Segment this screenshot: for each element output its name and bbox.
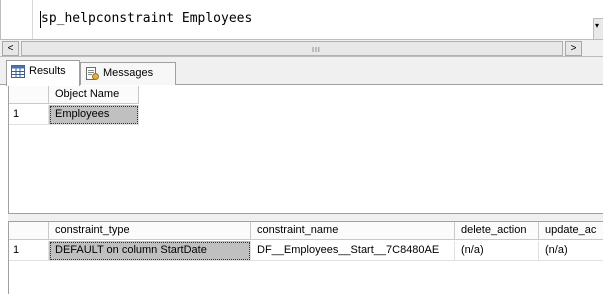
row-number[interactable]: 1 <box>9 241 49 261</box>
scroll-right-button[interactable]: > <box>565 41 582 56</box>
editor-gutter <box>1 0 33 39</box>
chevron-right-icon: > <box>570 43 577 54</box>
grid-icon <box>11 65 25 78</box>
tab-messages[interactable]: Messages <box>80 62 176 85</box>
table-cell[interactable]: DF__Employees__Start__7C8480AE <box>251 241 455 261</box>
scroll-left-button[interactable]: < <box>2 41 19 56</box>
query-editor[interactable]: sp_helpconstraint Employees ▾ <box>0 0 603 39</box>
query-text[interactable]: sp_helpconstraint Employees <box>41 11 252 26</box>
table-cell[interactable]: (n/a) <box>539 241 603 261</box>
table-cell[interactable]: (n/a) <box>455 241 539 261</box>
tab-results[interactable]: Results <box>6 60 80 86</box>
results-grid-constraints: constraint_type constraint_name delete_a… <box>8 221 603 294</box>
column-header[interactable]: delete_action <box>455 222 539 240</box>
tab-messages-label: Messages <box>103 67 154 79</box>
row-header-corner <box>9 86 49 104</box>
results-grid-object-name: Object Name 1 Employees <box>8 86 603 213</box>
table-cell[interactable]: Employees <box>49 105 139 125</box>
row-number[interactable]: 1 <box>9 105 49 125</box>
grid-splitter[interactable] <box>8 213 603 221</box>
vertical-scrollbar[interactable]: ▾ <box>593 18 603 39</box>
tab-results-label: Results <box>29 65 66 77</box>
chevron-left-icon: < <box>7 43 14 54</box>
horizontal-scrollbar[interactable]: < III > <box>0 39 603 57</box>
scroll-thumb[interactable]: III <box>21 41 563 56</box>
row-header-corner <box>9 222 49 240</box>
column-header[interactable]: Object Name <box>49 86 139 104</box>
table-cell[interactable]: DEFAULT on column StartDate <box>49 241 251 261</box>
column-header[interactable]: constraint_type <box>49 222 251 240</box>
scroll-grip: III <box>312 47 321 54</box>
chevron-down-icon: ▾ <box>595 21 600 30</box>
column-header[interactable]: update_ac <box>539 222 603 240</box>
messages-icon <box>86 67 99 80</box>
column-header[interactable]: constraint_name <box>251 222 455 240</box>
